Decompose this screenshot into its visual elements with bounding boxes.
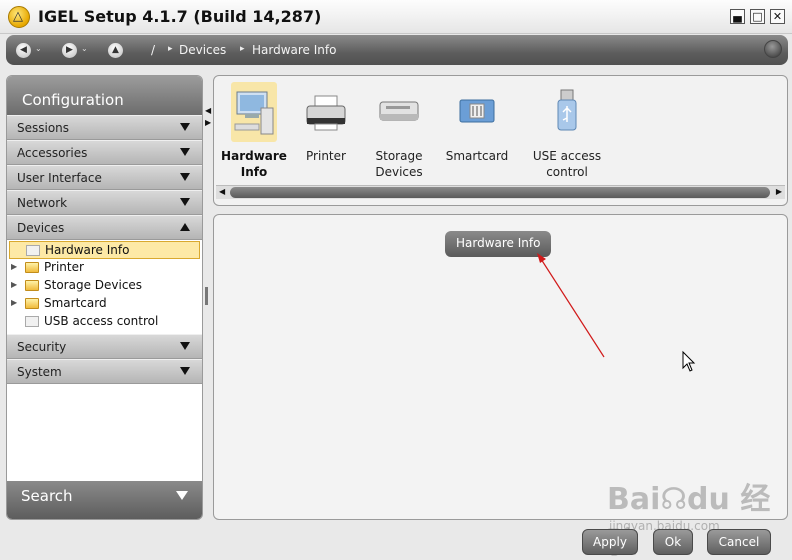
apply-button[interactable]: Apply [582, 529, 638, 555]
ok-button[interactable]: Ok [653, 529, 693, 555]
annotation-arrow [540, 258, 605, 358]
cancel-button[interactable]: Cancel [707, 529, 771, 555]
annotation-arrowhead-icon [537, 253, 546, 263]
mouse-cursor-icon [682, 350, 696, 372]
